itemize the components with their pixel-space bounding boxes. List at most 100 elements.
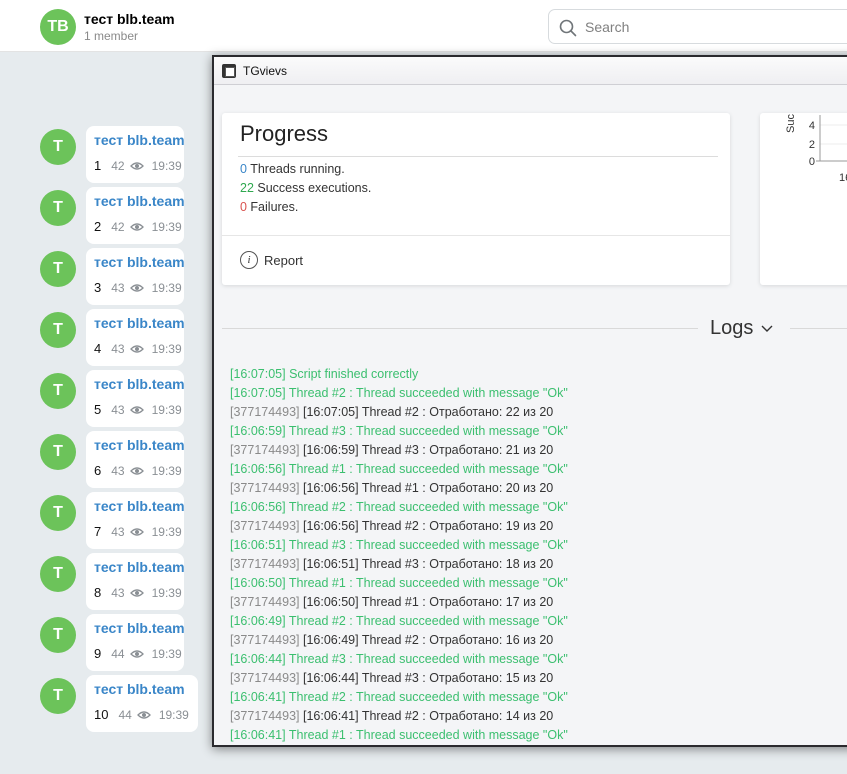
chart-tick: 2: [809, 139, 815, 151]
log-text: [16:06:56] Thread #1 : Отработано: 20 из…: [299, 481, 554, 495]
window-titlebar[interactable]: TGvievs: [214, 57, 847, 85]
log-uid: [377174493]: [230, 633, 300, 647]
log-text: [16:06:51] Thread #3 : Отработано: 18 из…: [299, 557, 554, 571]
message-bubble[interactable]: тест blb.team 8 43 19:39: [86, 553, 185, 610]
window-title: TGvievs: [243, 64, 288, 78]
eye-icon: [129, 344, 144, 353]
message-avatar[interactable]: T: [40, 190, 76, 226]
message-meta: 4 43 19:39: [94, 341, 182, 356]
search-box[interactable]: [548, 9, 847, 44]
log-line: [377174493] [16:06:49] Thread #2 : Отраб…: [230, 631, 847, 650]
log-line: [377174493] [16:06:44] Thread #3 : Отраб…: [230, 669, 847, 688]
eye-icon: [129, 588, 144, 597]
message-text: 4: [94, 341, 102, 356]
tgvievs-window: TGvievs Progress 0 Threads running. 22 S…: [212, 55, 847, 747]
message-item[interactable]: Tтест blb.team 3 43 19:39: [0, 248, 215, 308]
message-author[interactable]: тест blb.team: [94, 498, 185, 514]
message-avatar[interactable]: T: [40, 312, 76, 348]
message-bubble[interactable]: тест blb.team 9 44 19:39: [86, 614, 185, 671]
message-bubble[interactable]: тест blb.team 7 43 19:39: [86, 492, 185, 549]
message-author[interactable]: тест blb.team: [94, 376, 185, 392]
message-bubble[interactable]: тест blb.team 6 43 19:39: [86, 431, 185, 488]
message-text: 9: [94, 646, 102, 661]
eye-icon: [129, 283, 144, 292]
eye-icon: [129, 405, 144, 414]
chat-title[interactable]: тест blb.team: [84, 11, 175, 27]
chat-member-count: 1 member: [84, 29, 139, 43]
eye-icon: [129, 161, 144, 170]
search-icon: [559, 19, 577, 37]
message-text: 5: [94, 402, 102, 417]
message-author[interactable]: тест blb.team: [94, 559, 185, 575]
log-text: [16:07:05] Thread #2 : Отработано: 22 из…: [299, 405, 554, 419]
message-author[interactable]: тест blb.team: [94, 437, 185, 453]
message-avatar[interactable]: T: [40, 434, 76, 470]
divider: [222, 235, 730, 236]
message-avatar[interactable]: T: [40, 129, 76, 165]
message-time: 19:39: [151, 524, 182, 539]
message-author[interactable]: тест blb.team: [94, 681, 190, 697]
chevron-down-icon: [761, 325, 773, 332]
log-text: [16:06:49] Thread #2 : Отработано: 16 из…: [299, 633, 554, 647]
message-author[interactable]: тест blb.team: [94, 193, 185, 209]
message-author[interactable]: тест blb.team: [94, 620, 185, 636]
failures-label: Failures.: [246, 200, 299, 214]
message-avatar[interactable]: T: [40, 495, 76, 531]
message-meta: 10 44 19:39: [94, 707, 189, 722]
threads-running-stat: 0 Threads running.: [240, 162, 345, 176]
search-input[interactable]: [585, 17, 835, 37]
message-avatar[interactable]: T: [40, 373, 76, 409]
message-item[interactable]: Tтест blb.team 9 44 19:39: [0, 614, 215, 674]
message-item[interactable]: Tтест blb.team 10 44 19:39: [0, 675, 215, 735]
log-text: [16:06:41] Thread #1 : Thread succeeded …: [230, 728, 568, 742]
message-item[interactable]: Tтест blb.team 8 43 19:39: [0, 553, 215, 613]
message-item[interactable]: Tтест blb.team 2 42 19:39: [0, 187, 215, 247]
message-bubble[interactable]: тест blb.team 5 43 19:39: [86, 370, 185, 427]
view-count: 44: [118, 707, 132, 722]
message-text: 6: [94, 463, 102, 478]
view-count: 42: [111, 158, 125, 173]
log-text: [16:06:50] Thread #1 : Thread succeeded …: [230, 576, 568, 590]
message-item[interactable]: Tтест blb.team 4 43 19:39: [0, 309, 215, 369]
message-bubble[interactable]: тест blb.team 10 44 19:39: [86, 675, 198, 732]
log-line: [16:06:50] Thread #1 : Thread succeeded …: [230, 574, 847, 593]
log-line: [16:07:05] Script finished correctly: [230, 365, 847, 384]
message-bubble[interactable]: тест blb.team 4 43 19:39: [86, 309, 185, 366]
log-text: [16:06:56] Thread #2 : Thread succeeded …: [230, 500, 568, 514]
message-item[interactable]: Tтест blb.team 5 43 19:39: [0, 370, 215, 430]
logs-toggle[interactable]: Logs: [710, 317, 773, 340]
message-author[interactable]: тест blb.team: [94, 132, 185, 148]
chat-avatar[interactable]: TB: [40, 9, 76, 45]
message-text: 3: [94, 280, 102, 295]
message-author[interactable]: тест blb.team: [94, 315, 185, 331]
progress-title: Progress: [240, 121, 329, 146]
message-avatar[interactable]: T: [40, 617, 76, 653]
message-author[interactable]: тест blb.team: [94, 254, 185, 270]
message-bubble[interactable]: тест blb.team 1 42 19:39: [86, 126, 185, 183]
chart-x-tick: 16: [839, 172, 847, 184]
log-uid: [377174493]: [230, 709, 300, 723]
log-line: [377174493] [16:06:59] Thread #3 : Отраб…: [230, 441, 847, 460]
failures-stat: 0 Failures.: [240, 200, 298, 214]
logs-title: Logs: [710, 317, 754, 339]
report-button[interactable]: i Report: [240, 251, 303, 269]
eye-icon: [129, 222, 144, 231]
mini-chart: Suc 4 2 0 16: [785, 114, 847, 184]
message-avatar[interactable]: T: [40, 251, 76, 287]
message-bubble[interactable]: тест blb.team 3 43 19:39: [86, 248, 185, 305]
view-count: 43: [111, 524, 125, 539]
chart-tick: 4: [809, 120, 815, 132]
message-meta: 1 42 19:39: [94, 158, 182, 173]
log-uid: [377174493]: [230, 481, 300, 495]
message-item[interactable]: Tтест blb.team 1 42 19:39: [0, 126, 215, 186]
eye-icon: [129, 527, 144, 536]
message-item[interactable]: Tтест blb.team 6 43 19:39: [0, 431, 215, 491]
message-item[interactable]: Tтест blb.team 7 43 19:39: [0, 492, 215, 552]
message-avatar[interactable]: T: [40, 678, 76, 714]
message-bubble[interactable]: тест blb.team 2 42 19:39: [86, 187, 185, 244]
log-line: [16:06:59] Thread #3 : Thread succeeded …: [230, 422, 847, 441]
message-avatar[interactable]: T: [40, 556, 76, 592]
message-text: 1: [94, 158, 102, 173]
message-time: 19:39: [151, 646, 182, 661]
info-icon: i: [240, 251, 258, 269]
